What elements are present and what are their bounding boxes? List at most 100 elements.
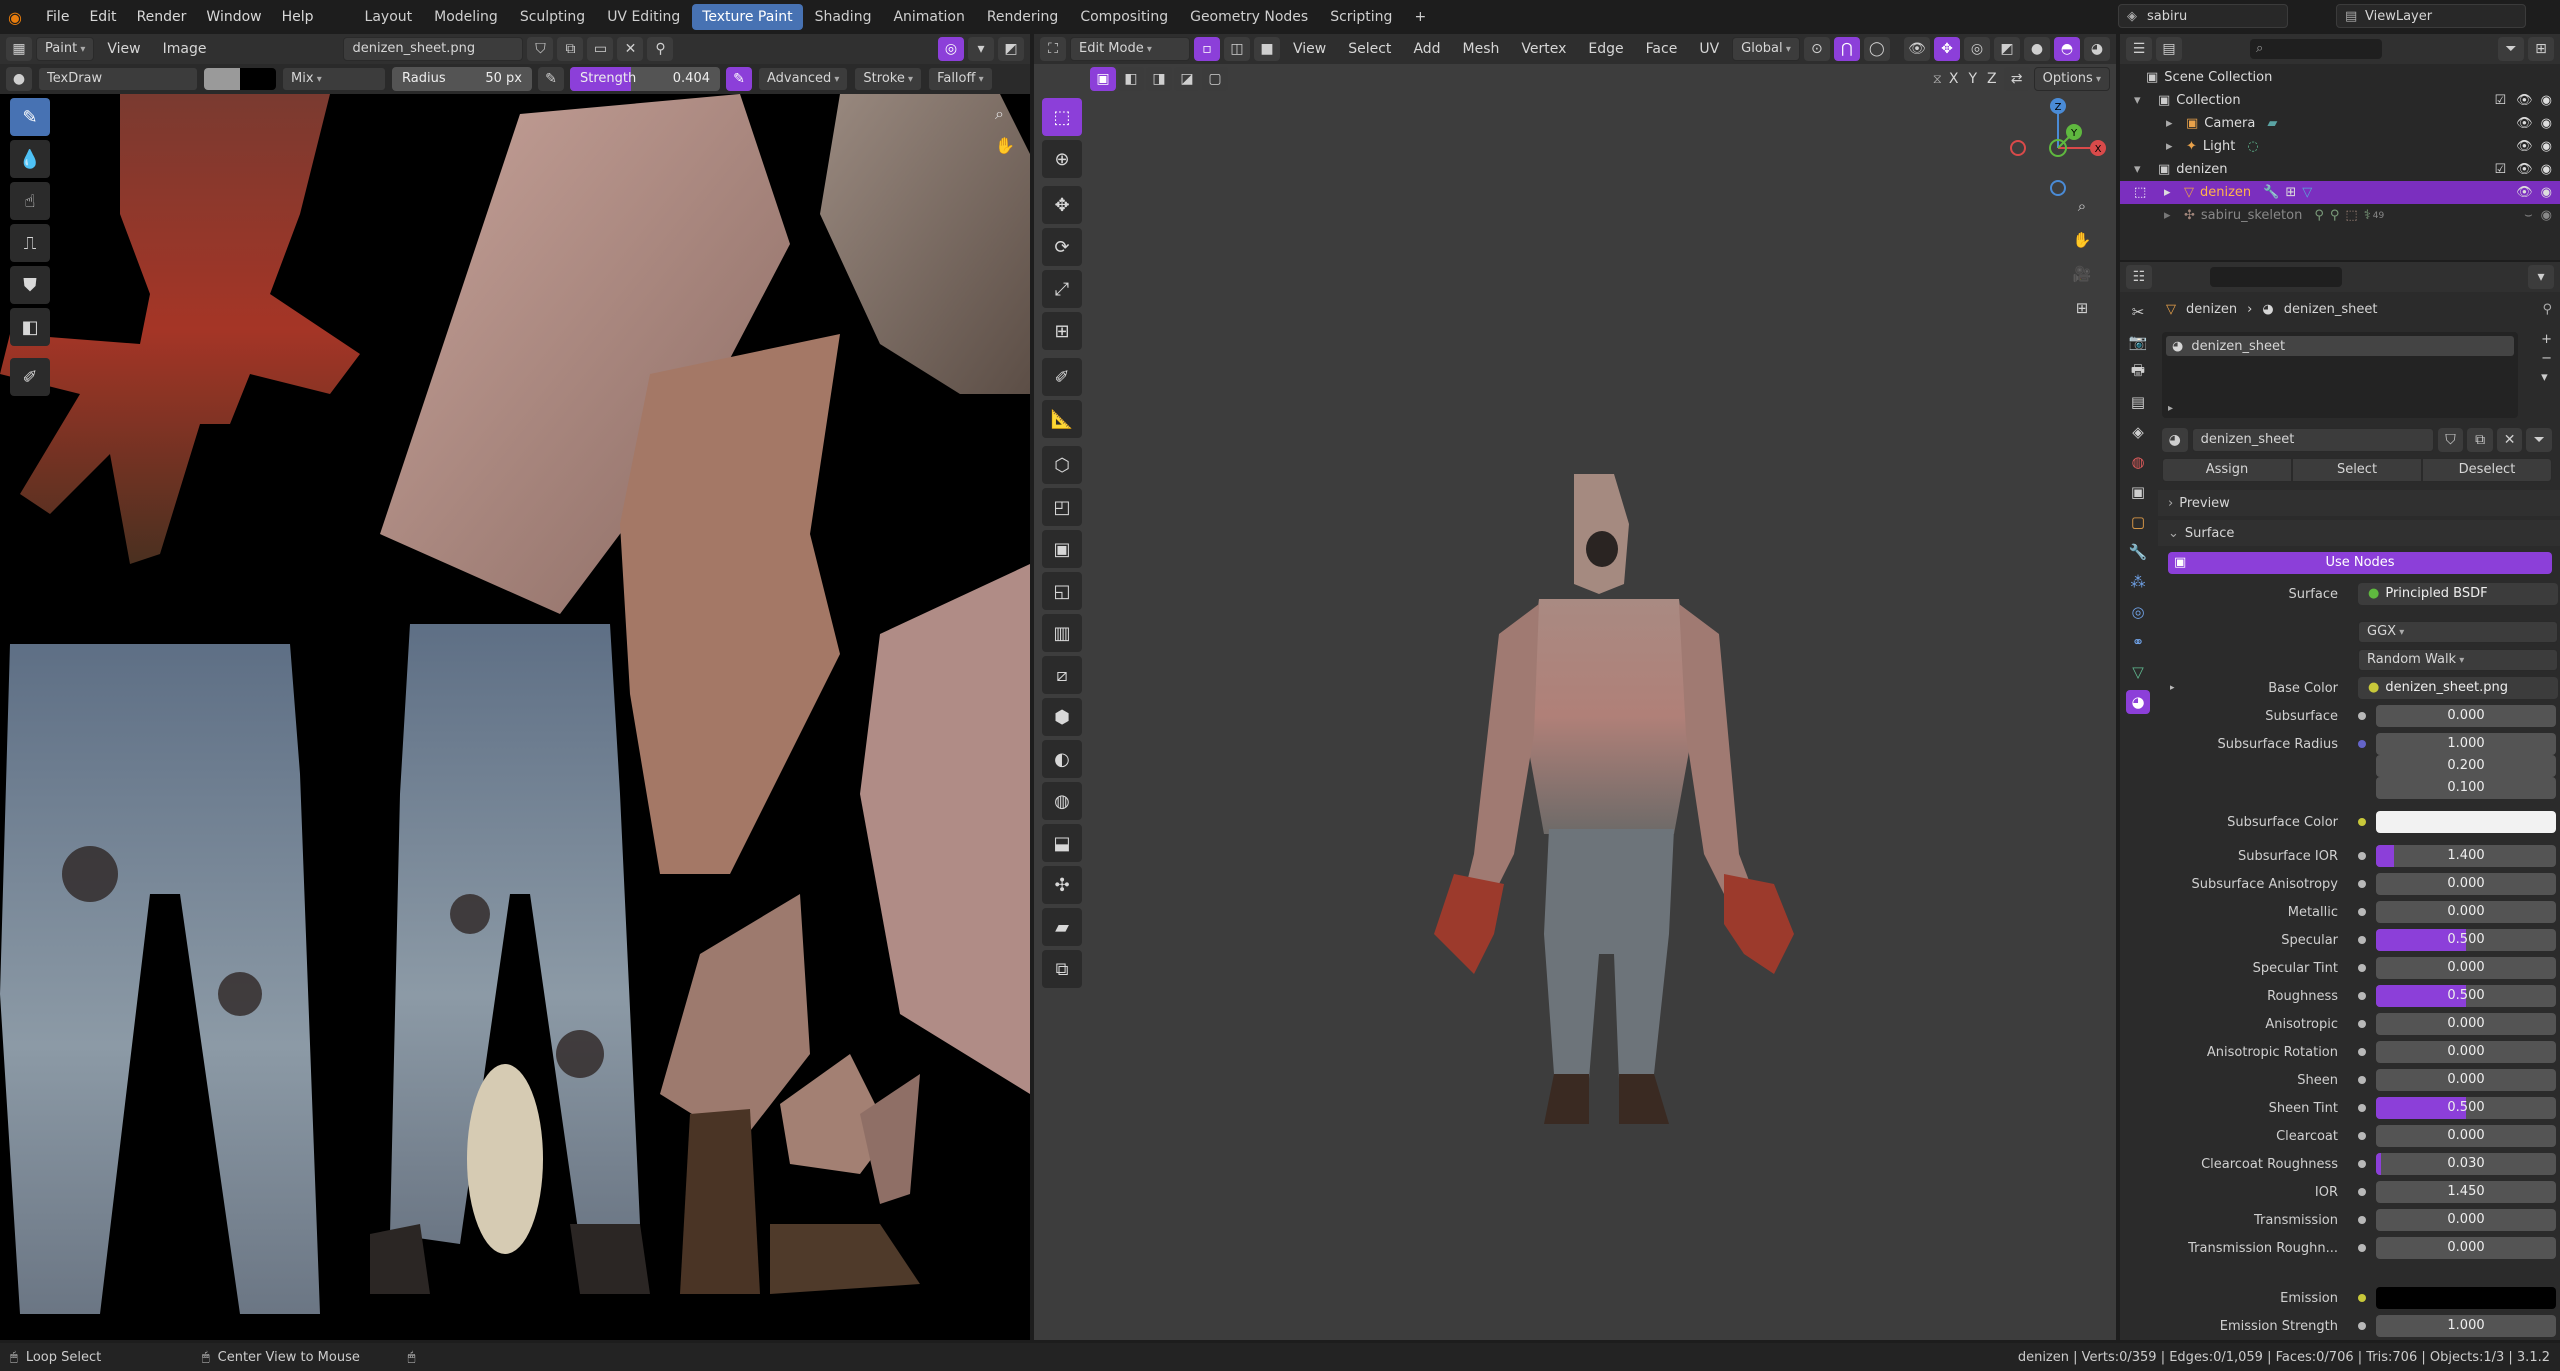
tool-annotate-icon-3d[interactable]: ✐ xyxy=(1042,358,1082,396)
edge-select-icon[interactable]: ◫ xyxy=(1224,37,1250,61)
preview-panel-header[interactable]: › Preview xyxy=(2158,490,2560,516)
menu-render[interactable]: Render xyxy=(127,0,197,34)
tab-uv-editing[interactable]: UV Editing xyxy=(597,4,690,30)
render-camera-icon[interactable]: ◉ xyxy=(2541,162,2552,177)
tool-draw-brush-icon[interactable]: ✎ xyxy=(10,98,50,136)
use-nodes-button[interactable]: ▣ Use Nodes xyxy=(2168,552,2552,574)
tool-scale-icon[interactable]: ⤢ xyxy=(1042,270,1082,308)
viewport-pan-icon[interactable]: ✋ xyxy=(2070,228,2094,252)
tool-mask-icon[interactable]: ◧ xyxy=(10,308,50,346)
tool-fill-icon[interactable]: ⛊ xyxy=(10,266,50,304)
distribution-dropdown[interactable]: GGX xyxy=(2358,621,2558,643)
tab-compositing[interactable]: Compositing xyxy=(1070,4,1178,30)
material-tab-icon[interactable]: ◕ xyxy=(2126,690,2150,714)
select-intersect-icon[interactable]: ▢ xyxy=(1202,67,1228,91)
remove-slot-icon[interactable]: − xyxy=(2541,351,2552,366)
outliner-row-light[interactable]: ▸ ✦ Light ◌ 👁 ◉ xyxy=(2120,135,2560,158)
shader-value-field[interactable]: 1.450 xyxy=(2376,1181,2556,1203)
shader-value-field[interactable]: 0.500 xyxy=(2376,985,2556,1007)
auto-merge-icon[interactable]: ⇄ xyxy=(2003,67,2030,91)
zoom-icon[interactable]: ⌕ xyxy=(995,104,1004,124)
blend-mode-dropdown[interactable]: Mix xyxy=(282,67,386,91)
mirror-icon[interactable]: ⧖ xyxy=(1933,72,1942,87)
collection-tab-icon[interactable]: ▣ xyxy=(2126,480,2150,504)
shader-value-field[interactable]: 0.000 xyxy=(2376,1069,2556,1091)
render-camera-icon[interactable]: ◉ xyxy=(2541,185,2552,200)
emission-strength-field[interactable]: 1.000 xyxy=(2376,1315,2556,1337)
viewport-menu-edge[interactable]: Edge xyxy=(1579,41,1632,57)
menu-help[interactable]: Help xyxy=(272,0,324,34)
object-tab-icon[interactable]: ▢ xyxy=(2126,510,2150,534)
expand-arrow-icon[interactable]: ▸ xyxy=(2164,185,2178,200)
shader-value-field[interactable]: 0.000 xyxy=(2376,901,2556,923)
deselect-button[interactable]: Deselect xyxy=(2422,458,2552,482)
viewport-menu-vertex[interactable]: Vertex xyxy=(1512,41,1575,57)
new-collection-icon[interactable]: ⊞ xyxy=(2528,37,2554,61)
blender-logo-icon[interactable]: ◉ xyxy=(8,8,36,27)
modifier-tab-icon[interactable]: 🔧 xyxy=(2126,540,2150,564)
radius-pressure-pen-icon[interactable]: ✎ xyxy=(538,67,564,91)
unlink-image-close-icon[interactable]: ✕ xyxy=(617,37,644,61)
base-color-expand-icon[interactable]: ▸ xyxy=(2170,683,2175,693)
expand-arrow-icon[interactable]: ▸ xyxy=(2166,116,2180,131)
select-extend-icon[interactable]: ◧ xyxy=(1118,67,1144,91)
add-slot-icon[interactable]: + xyxy=(2541,332,2552,347)
shader-value-field[interactable]: 0.000 xyxy=(2376,957,2556,979)
material-slot-list[interactable]: ◕ denizen_sheet ▸ xyxy=(2162,332,2518,418)
tab-layout[interactable]: Layout xyxy=(355,4,423,30)
material-filter-icon[interactable]: ⏷ xyxy=(2526,428,2552,452)
select-button[interactable]: Select xyxy=(2292,458,2422,482)
visibility-eye-icon[interactable]: 👁 xyxy=(2516,116,2533,131)
select-new-icon[interactable]: ▣ xyxy=(1090,67,1116,91)
outliner-row-camera[interactable]: ▸ ▣ Camera ▰ 👁 ◉ xyxy=(2120,112,2560,135)
outliner-row-collection[interactable]: ▾ ▣ Collection ☑ 👁 ◉ xyxy=(2120,89,2560,112)
shader-value-field[interactable]: 0.030 xyxy=(2376,1153,2556,1175)
properties-editor-type-icon[interactable]: ☷ xyxy=(2126,265,2152,289)
shader-value-field[interactable]: 0.000 xyxy=(2376,1209,2556,1231)
tool-loop-cut-icon[interactable]: ▥ xyxy=(1042,614,1082,652)
render-camera-icon[interactable]: ◉ xyxy=(2541,208,2552,223)
viewport-editor-type-icon[interactable]: ⛶ xyxy=(1040,37,1066,61)
stroke-dropdown[interactable]: Stroke xyxy=(854,67,923,91)
tab-modeling[interactable]: Modeling xyxy=(424,4,508,30)
mirror-z[interactable]: Z xyxy=(1984,71,2000,87)
tool-shrink-icon[interactable]: ✣ xyxy=(1042,866,1082,904)
tool-edge-slide-icon[interactable]: ⬓ xyxy=(1042,824,1082,862)
tool-smooth-icon[interactable]: ◍ xyxy=(1042,782,1082,820)
image-menu-image[interactable]: Image xyxy=(154,41,216,57)
vertex-select-icon[interactable]: ▫ xyxy=(1194,37,1220,61)
subsurface-color-swatch[interactable] xyxy=(2376,811,2556,833)
display-channels-icon[interactable]: ◩ xyxy=(998,37,1024,61)
properties-search-input[interactable] xyxy=(2210,267,2342,287)
tab-animation[interactable]: Animation xyxy=(883,4,974,30)
snap-magnet-icon[interactable]: ⋂ xyxy=(1833,37,1860,61)
browse-material-icon[interactable]: ◕ xyxy=(2162,428,2188,452)
tab-shading[interactable]: Shading xyxy=(805,4,882,30)
render-camera-icon[interactable]: ◉ xyxy=(2541,116,2552,131)
options-dropdown[interactable]: Options xyxy=(2033,67,2110,91)
advanced-dropdown[interactable]: Advanced xyxy=(758,67,849,91)
viewport-menu-mesh[interactable]: Mesh xyxy=(1454,41,1509,57)
texture-canvas[interactable]: ⌕ ✋ xyxy=(0,94,1030,1340)
tab-sculpting[interactable]: Sculpting xyxy=(510,4,595,30)
shader-value-field[interactable]: 0.500 xyxy=(2376,1097,2556,1119)
image-name-field[interactable]: denizen_sheet.png xyxy=(343,37,524,61)
tool-transform-icon[interactable]: ⊞ xyxy=(1042,312,1082,350)
visibility-eye-icon[interactable]: 👁 xyxy=(2516,162,2533,177)
select-invert-icon[interactable]: ◪ xyxy=(1174,67,1200,91)
tool-extrude-icon[interactable]: ◰ xyxy=(1042,488,1082,526)
hidden-eye-icon[interactable]: ⌣ xyxy=(2524,208,2533,223)
pan-hand-icon[interactable]: ✋ xyxy=(995,136,1015,155)
outliner-row-skeleton[interactable]: ▸ ✣ sabiru_skeleton ⚲ ⚲ ⬚ ⚕ 49 ⌣ ◉ xyxy=(2120,204,2560,227)
shading-rendered-icon[interactable]: ◕ xyxy=(2084,37,2110,61)
expand-arrow-icon[interactable]: ▾ xyxy=(2134,162,2148,177)
physics-tab-icon[interactable]: ◎ xyxy=(2126,600,2150,624)
shader-value-field[interactable]: 0.000 xyxy=(2376,1125,2556,1147)
output-tab-icon[interactable]: 🖶 xyxy=(2126,360,2150,384)
surface-shader-field[interactable]: ● Principled BSDF xyxy=(2358,583,2558,605)
subsurface-radius-z[interactable]: 0.100 xyxy=(2376,777,2556,799)
tab-texture-paint[interactable]: Texture Paint xyxy=(692,4,803,30)
exclude-checkbox-icon[interactable]: ☑ xyxy=(2494,162,2506,177)
radius-field[interactable]: Radius 50 px xyxy=(392,67,532,91)
base-color-field[interactable]: ● denizen_sheet.png xyxy=(2358,677,2558,699)
